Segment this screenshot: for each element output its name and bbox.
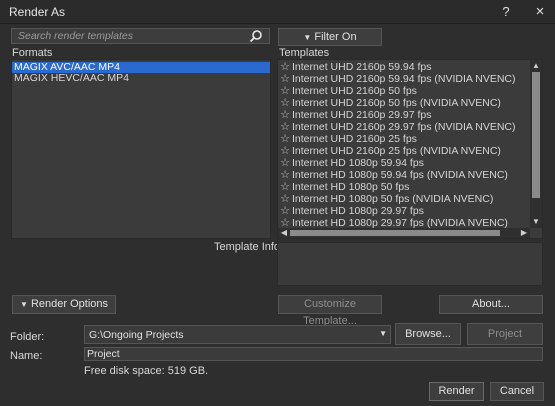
- customize-template-button[interactable]: Customize Template...: [278, 295, 382, 327]
- template-item[interactable]: ☆ Internet UHD 2160p 29.97 fps: [278, 109, 530, 121]
- templates-label: Templates: [279, 47, 330, 59]
- templates-hscrollbar[interactable]: ◀ ▶: [278, 228, 530, 238]
- render-options-button[interactable]: ▼ Render Options: [12, 295, 116, 314]
- browse-button[interactable]: Browse...: [395, 323, 461, 345]
- star-icon[interactable]: ☆: [278, 193, 292, 205]
- close-icon[interactable]: ×: [531, 3, 549, 21]
- help-icon[interactable]: ?: [497, 3, 515, 21]
- folder-dropdown[interactable]: G:\Ongoing Projects ▼: [84, 325, 391, 344]
- name-value: Project: [87, 348, 120, 360]
- name-input[interactable]: Project: [84, 347, 543, 361]
- template-item[interactable]: ☆ Internet HD 1080p 59.94 fps: [278, 157, 530, 169]
- template-item[interactable]: ☆ Internet HD 1080p 50 fps (NVIDIA NVENC): [278, 193, 530, 205]
- templates-viewport: ☆ Internet UHD 2160p 59.94 fps ☆ Internet …: [278, 61, 530, 228]
- star-icon[interactable]: ☆: [278, 109, 292, 121]
- star-icon[interactable]: ☆: [278, 121, 292, 133]
- chevron-down-icon: ▼: [19, 300, 28, 309]
- template-info-label: Template Info:: [214, 241, 284, 253]
- star-icon[interactable]: ☆: [278, 181, 292, 193]
- template-item[interactable]: ☆ Internet UHD 2160p 50 fps (NVIDIA NVENC…: [278, 97, 530, 109]
- star-icon[interactable]: ☆: [278, 145, 292, 157]
- project-location-button[interactable]: Project Location: [467, 323, 543, 360]
- formats-list[interactable]: MAGIX AVC/AAC MP4 MAGIX HEVC/AAC MP4: [11, 59, 271, 239]
- folder-label: Folder:: [10, 331, 45, 343]
- scroll-right-icon[interactable]: ▶: [519, 228, 529, 238]
- render-button[interactable]: Render: [429, 382, 484, 401]
- template-item[interactable]: ☆ Internet UHD 2160p 59.94 fps: [278, 61, 530, 73]
- filter-button-label: Filter On: [314, 31, 357, 43]
- template-item[interactable]: ☆ Internet UHD 2160p 29.97 fps (NVIDIA NV…: [278, 121, 530, 133]
- chevron-down-icon: ▼: [303, 33, 312, 42]
- star-icon[interactable]: ☆: [278, 205, 292, 217]
- title-bar: Render As ? ×: [0, 0, 555, 24]
- search-placeholder: Search render templates: [18, 30, 133, 42]
- star-icon[interactable]: ☆: [278, 217, 292, 228]
- templates-list[interactable]: ☆ Internet UHD 2160p 59.94 fps ☆ Internet …: [277, 59, 543, 239]
- star-icon[interactable]: ☆: [278, 157, 292, 169]
- scroll-left-icon[interactable]: ◀: [279, 228, 289, 238]
- scroll-thumb[interactable]: [532, 72, 540, 198]
- star-icon[interactable]: ☆: [278, 61, 292, 73]
- free-disk-space: Free disk space: 519 GB.: [84, 365, 209, 377]
- templates-vscrollbar[interactable]: ▲ ▼: [530, 60, 542, 228]
- template-item[interactable]: ☆ Internet UHD 2160p 50 fps: [278, 85, 530, 97]
- template-item[interactable]: ☆ Internet HD 1080p 50 fps: [278, 181, 530, 193]
- template-item[interactable]: ☆ Internet UHD 2160p 59.94 fps (NVIDIA NV…: [278, 73, 530, 85]
- star-icon[interactable]: ☆: [278, 73, 292, 85]
- template-item[interactable]: ☆ Internet HD 1080p 59.94 fps (NVIDIA NVE…: [278, 169, 530, 181]
- cancel-button[interactable]: Cancel: [490, 382, 544, 401]
- hscroll-thumb[interactable]: [290, 230, 500, 236]
- template-item[interactable]: ☆ Internet HD 1080p 29.97 fps (NVIDIA NVE…: [278, 217, 530, 228]
- template-info-box: [277, 242, 543, 286]
- search-input[interactable]: Search render templates: [11, 28, 270, 44]
- template-item[interactable]: ☆ Internet UHD 2160p 25 fps: [278, 133, 530, 145]
- formats-label: Formats: [12, 47, 53, 59]
- scroll-up-icon[interactable]: ▲: [530, 61, 542, 71]
- template-item[interactable]: ☆ Internet HD 1080p 29.97 fps: [278, 205, 530, 217]
- template-item[interactable]: ☆ Internet UHD 2160p 25 fps (NVIDIA NVENC…: [278, 145, 530, 157]
- filter-button[interactable]: ▼ Filter On: [278, 28, 382, 46]
- scroll-down-icon[interactable]: ▼: [530, 217, 542, 227]
- star-icon[interactable]: ☆: [278, 133, 292, 145]
- star-icon[interactable]: ☆: [278, 169, 292, 181]
- star-icon[interactable]: ☆: [278, 97, 292, 109]
- chevron-down-icon: ▼: [379, 329, 387, 338]
- format-item-hevc[interactable]: MAGIX HEVC/AAC MP4: [12, 73, 270, 84]
- folder-value: G:\Ongoing Projects: [89, 329, 184, 341]
- about-button[interactable]: About...: [439, 295, 543, 314]
- window-title: Render As: [9, 5, 66, 19]
- search-icon[interactable]: [249, 29, 263, 43]
- render-options-label: Render Options: [30, 298, 109, 310]
- star-icon[interactable]: ☆: [278, 85, 292, 97]
- name-label: Name:: [10, 350, 43, 362]
